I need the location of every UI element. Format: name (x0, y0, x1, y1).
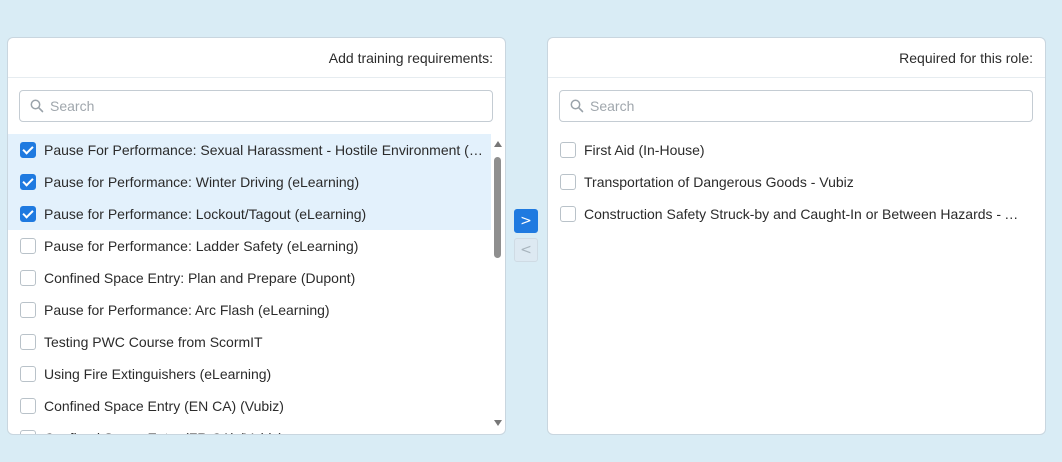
checkbox-checked[interactable] (20, 174, 36, 190)
required-panel-title: Required for this role: (899, 49, 1033, 66)
scroll-down-arrow-icon[interactable] (494, 420, 502, 426)
list-item[interactable]: Testing PWC Course from ScormIT (8, 326, 491, 358)
checkbox[interactable] (20, 270, 36, 286)
list-item[interactable]: Pause for Performance: Winter Driving (e… (8, 166, 491, 198)
available-search-input[interactable] (48, 97, 472, 115)
required-trainings-panel: Required for this role: First Aid (In-Ho… (547, 37, 1046, 435)
search-icon (30, 99, 44, 113)
list-item-label: Pause for Performance: Lockout/Tagout (e… (44, 206, 367, 222)
required-search-box[interactable] (559, 90, 1033, 122)
available-panel-header: Add training requirements: (8, 38, 505, 78)
list-item-label: Pause for Performance: Winter Driving (e… (44, 174, 360, 190)
chevron-left-icon: < (520, 242, 532, 258)
chevron-right-icon: > (520, 213, 532, 229)
list-item[interactable]: Confined Space Entry: Plan and Prepare (… (8, 262, 491, 294)
checkbox[interactable] (20, 238, 36, 254)
available-search-box[interactable] (19, 90, 493, 122)
list-item-label: Using Fire Extinguishers (eLearning) (44, 366, 272, 382)
add-selected-button[interactable]: > (514, 209, 538, 233)
list-item-label: Testing PWC Course from ScormIT (44, 334, 263, 350)
list-item[interactable]: Transportation of Dangerous Goods - Vubi… (548, 166, 1031, 198)
list-item-label: Confined Space Entry (FR CA) (Vubiz) (44, 430, 283, 434)
checkbox[interactable] (20, 430, 36, 434)
available-list-scrollbar[interactable] (492, 138, 504, 432)
list-item[interactable]: Pause For Performance: Sexual Harassment… (8, 134, 491, 166)
list-item-label: Confined Space Entry (EN CA) (Vubiz) (44, 398, 284, 414)
list-item-label: Pause For Performance: Sexual Harassment… (44, 142, 484, 158)
available-trainings-panel: Add training requirements: Pause For Per… (7, 37, 506, 435)
required-panel-header: Required for this role: (548, 38, 1045, 78)
list-item-label: Pause for Performance: Arc Flash (eLearn… (44, 302, 330, 318)
list-item-label: First Aid (In-House) (584, 142, 705, 158)
required-trainings-list: First Aid (In-House) Transportation of Da… (548, 134, 1031, 434)
checkbox[interactable] (20, 366, 36, 382)
list-item[interactable]: Confined Space Entry (EN CA) (Vubiz) (8, 390, 491, 422)
checkbox-checked[interactable] (20, 142, 36, 158)
list-item-label: Confined Space Entry: Plan and Prepare (… (44, 270, 356, 286)
checkbox-checked[interactable] (20, 206, 36, 222)
scrollbar-thumb[interactable] (494, 157, 501, 258)
list-item[interactable]: First Aid (In-House) (548, 134, 1031, 166)
search-icon (570, 99, 584, 113)
checkbox[interactable] (20, 334, 36, 350)
available-trainings-list: Pause For Performance: Sexual Harassment… (8, 134, 491, 434)
checkbox[interactable] (20, 302, 36, 318)
required-search-input[interactable] (588, 97, 1012, 115)
list-item-label: Transportation of Dangerous Goods - Vubi… (584, 174, 854, 190)
list-item-label: Pause for Performance: Ladder Safety (eL… (44, 238, 359, 254)
remove-selected-button[interactable]: < (514, 238, 538, 262)
scroll-up-arrow-icon[interactable] (494, 141, 502, 147)
list-item[interactable]: Pause for Performance: Lockout/Tagout (e… (8, 198, 491, 230)
checkbox[interactable] (560, 206, 576, 222)
list-item[interactable]: Construction Safety Struck-by and Caught… (548, 198, 1031, 230)
list-item[interactable]: Pause for Performance: Arc Flash (eLearn… (8, 294, 491, 326)
available-panel-title: Add training requirements: (328, 49, 493, 66)
checkbox[interactable] (560, 174, 576, 190)
list-item-label: Construction Safety Struck-by and Caught… (584, 206, 1024, 222)
list-item[interactable]: Confined Space Entry (FR CA) (Vubiz) (8, 422, 491, 434)
checkbox[interactable] (560, 142, 576, 158)
list-item[interactable]: Pause for Performance: Ladder Safety (eL… (8, 230, 491, 262)
checkbox[interactable] (20, 398, 36, 414)
list-item[interactable]: Using Fire Extinguishers (eLearning) (8, 358, 491, 390)
